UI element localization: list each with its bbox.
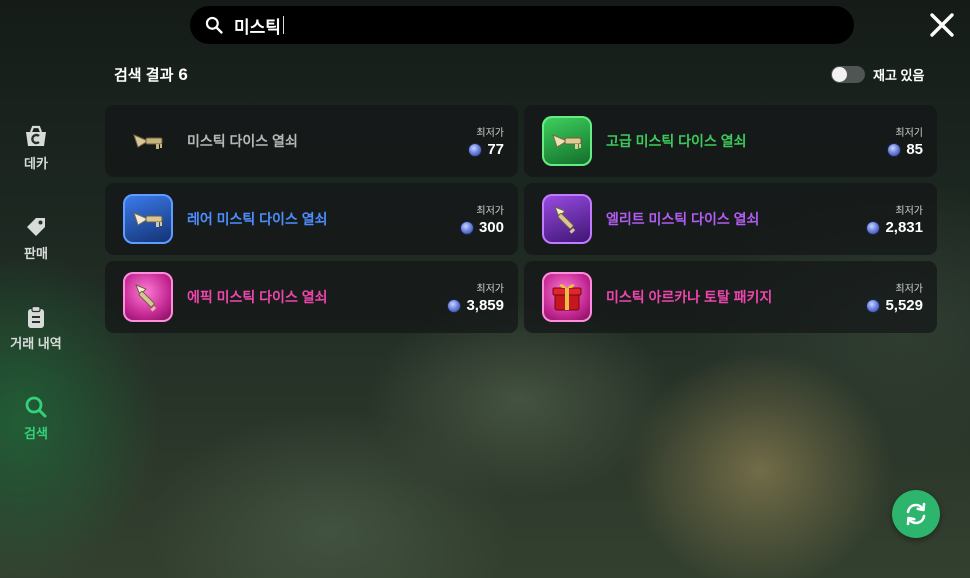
price-value: 85 (888, 141, 923, 158)
price-value: 300 (460, 219, 504, 236)
item-card-rare-mystic-dice-key[interactable]: 레어 미스틱 다이스 열쇠 최저가 300 (105, 183, 518, 255)
price-value: 3,859 (448, 297, 504, 314)
search-input[interactable]: 미스틱 (234, 13, 281, 38)
coin-icon (460, 221, 473, 234)
price-amount: 2,831 (885, 219, 923, 236)
item-name: 미스틱 아르카나 토탈 패키지 (606, 289, 773, 305)
sidebar-item-deka[interactable]: 데카 (0, 124, 72, 172)
coin-icon (888, 143, 901, 156)
item-thumbnail (123, 272, 173, 322)
price-box: 최저가 2,831 (867, 202, 923, 236)
key-icon (133, 134, 163, 149)
price-label: 최저가 (476, 206, 504, 217)
results-header: 검색 결과 6 (114, 64, 188, 85)
item-thumbnail (542, 272, 592, 322)
item-thumbnail (542, 194, 592, 244)
price-amount: 77 (487, 141, 504, 158)
search-bar[interactable]: 미스틱 (190, 6, 854, 44)
price-value: 77 (469, 141, 504, 158)
results-count: 6 (178, 65, 188, 84)
results-label: 검색 결과 (114, 67, 174, 84)
item-card-elite-mystic-dice-key[interactable]: 엘리트 미스틱 다이스 열쇠 최저가 2,831 (524, 183, 937, 255)
price-label: 최저기 (895, 128, 923, 139)
coin-icon (867, 221, 880, 234)
price-amount: 300 (478, 219, 504, 236)
item-thumbnail (123, 116, 173, 166)
coin-icon (469, 143, 482, 156)
tag-icon (27, 218, 45, 236)
price-box: 최저가 77 (469, 124, 504, 158)
coin-icon (448, 299, 461, 312)
key-icon (133, 212, 163, 227)
sidebar-item-label: 판매 (24, 246, 48, 261)
item-name: 고급 미스틱 다이스 열쇠 (606, 133, 747, 149)
key-icon (554, 206, 576, 234)
price-amount: 85 (906, 141, 923, 158)
sidebar-item-label: 검색 (24, 426, 48, 441)
clipboard-icon (28, 305, 44, 328)
in-stock-toggle[interactable]: 재고 있음 (831, 65, 924, 84)
search-icon (25, 396, 47, 418)
sidebar-item-history[interactable]: 거래 내역 (0, 304, 72, 352)
price-box: 최저기 85 (888, 124, 923, 158)
item-thumbnail (123, 194, 173, 244)
key-icon (552, 134, 582, 149)
deka-basket-icon (26, 125, 46, 146)
sidebar-item-sell[interactable]: 판매 (0, 214, 72, 262)
refresh-icon (906, 502, 926, 526)
item-card-mystic-arcana-total-package[interactable]: 미스틱 아르카나 토탈 패키지 최저가 5,529 (524, 261, 937, 333)
item-name: 엘리트 미스틱 다이스 열쇠 (606, 211, 760, 227)
price-amount: 5,529 (885, 297, 923, 314)
item-card-mystic-dice-key[interactable]: 미스틱 다이스 열쇠 최저가 77 (105, 105, 518, 177)
price-box: 최저가 3,859 (448, 280, 504, 314)
price-label: 최저가 (476, 284, 504, 295)
item-card-advanced-mystic-dice-key[interactable]: 고급 미스틱 다이스 열쇠 최저기 85 (524, 105, 937, 177)
toggle-switch[interactable] (831, 66, 865, 83)
item-name: 에픽 미스틱 다이스 열쇠 (187, 289, 328, 305)
item-card-epic-mystic-dice-key[interactable]: 에픽 미스틱 다이스 열쇠 최저가 3,859 (105, 261, 518, 333)
item-thumbnail (542, 116, 592, 166)
price-box: 최저가 5,529 (867, 280, 923, 314)
close-icon[interactable] (929, 12, 955, 38)
refresh-button[interactable] (892, 490, 940, 538)
coin-icon (867, 299, 880, 312)
price-value: 5,529 (867, 297, 923, 314)
item-name: 레어 미스틱 다이스 열쇠 (187, 211, 328, 227)
text-cursor (282, 16, 284, 34)
price-amount: 3,859 (466, 297, 504, 314)
search-icon (205, 16, 223, 34)
price-label: 최저가 (895, 206, 923, 217)
price-box: 최저가 300 (460, 202, 504, 236)
price-label: 최저가 (895, 284, 923, 295)
key-icon (135, 284, 157, 312)
price-value: 2,831 (867, 219, 923, 236)
in-stock-label: 재고 있음 (873, 68, 925, 83)
sidebar-item-search[interactable]: 검색 (0, 394, 72, 442)
gift-box-icon (552, 284, 582, 311)
sidebar-item-label: 거래 내역 (10, 336, 62, 351)
sidebar-item-label: 데카 (24, 156, 48, 171)
price-label: 최저가 (476, 128, 504, 139)
toggle-knob (832, 67, 847, 82)
item-name: 미스틱 다이스 열쇠 (187, 133, 298, 149)
